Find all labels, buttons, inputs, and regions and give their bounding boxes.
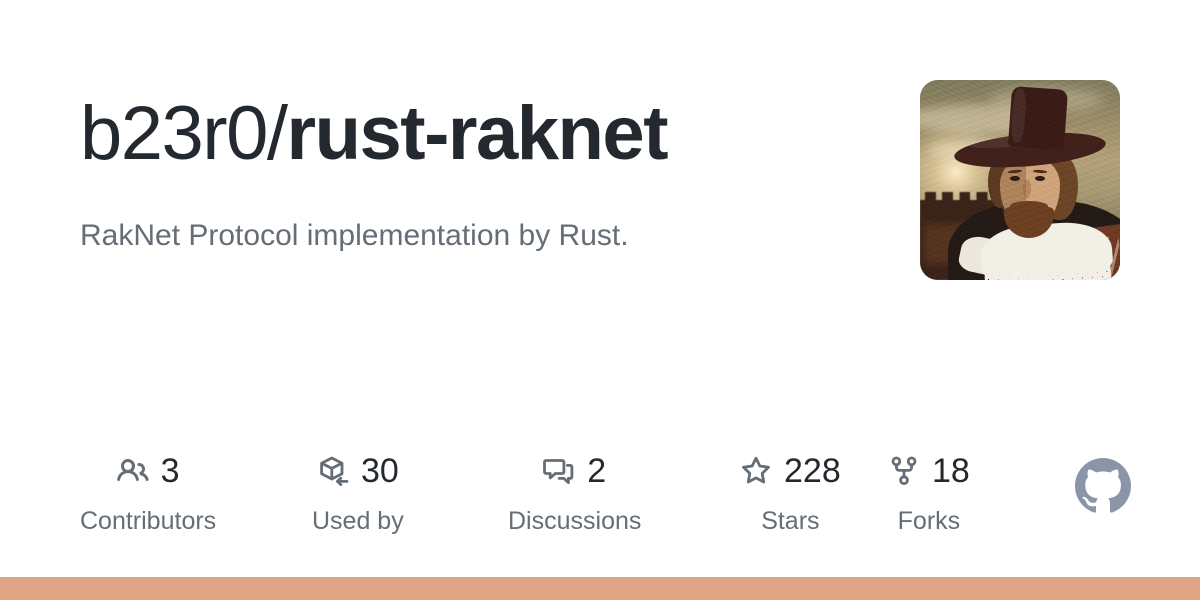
github-mark-icon bbox=[1075, 458, 1131, 514]
stat-label: Contributors bbox=[80, 507, 217, 535]
stat-discussions[interactable]: 2 Discussions bbox=[508, 450, 641, 536]
stat-label: Forks bbox=[897, 507, 961, 535]
comment-discussion-icon bbox=[543, 455, 575, 487]
page-title: b23r0/rust-raknet bbox=[80, 88, 669, 180]
repo-forked-icon bbox=[888, 455, 920, 487]
stat-value: 30 bbox=[360, 452, 399, 490]
stat-label: Discussions bbox=[508, 507, 642, 535]
stat-label: Used by bbox=[312, 507, 404, 535]
repo-owner[interactable]: b23r0 bbox=[80, 91, 268, 176]
language-color-bar bbox=[0, 577, 1200, 600]
repo-stats: 3 Contributors 30 Used by 2 Discussions … bbox=[80, 450, 1131, 540]
stat-contributors[interactable]: 3 Contributors bbox=[80, 450, 216, 536]
avatar bbox=[920, 80, 1120, 280]
repo-separator: / bbox=[266, 91, 288, 176]
people-icon bbox=[116, 455, 149, 487]
stat-used-by[interactable]: 30 Used by bbox=[312, 450, 404, 536]
github-social-preview-card: b23r0/rust-raknet RakNet Protocol implem… bbox=[0, 0, 1200, 600]
stat-value: 2 bbox=[587, 452, 607, 490]
stat-value: 3 bbox=[160, 452, 180, 490]
stat-label: Stars bbox=[761, 507, 820, 535]
repo-description: RakNet Protocol implementation by Rust. bbox=[80, 219, 629, 252]
stat-value: 228 bbox=[784, 452, 841, 490]
stat-forks[interactable]: 18 Forks bbox=[888, 450, 970, 536]
avatar-portrait-icon bbox=[920, 80, 1120, 280]
repo-name[interactable]: rust-raknet bbox=[287, 91, 669, 176]
stat-value: 18 bbox=[932, 452, 970, 490]
star-icon bbox=[740, 455, 772, 487]
package-dependents-icon bbox=[317, 455, 349, 487]
stat-stars[interactable]: 228 Stars bbox=[740, 450, 841, 536]
